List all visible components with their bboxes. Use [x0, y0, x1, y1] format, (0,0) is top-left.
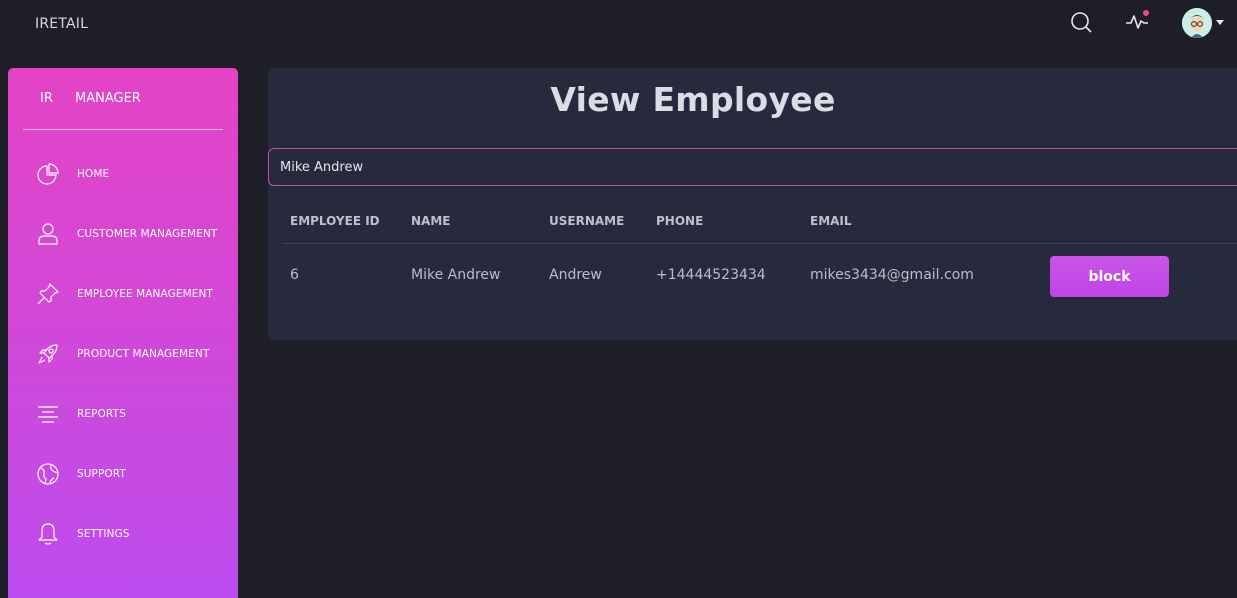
column-header-employee-id: EMPLOYEE ID: [290, 214, 380, 228]
page-title: View Employee: [550, 80, 836, 119]
sidebar-item-label: SETTINGS: [77, 528, 130, 540]
column-header-name: NAME: [411, 214, 451, 228]
globe-icon: [36, 462, 60, 486]
sidebar: IR MANAGER HOME CUSTOMER MANAGEMENT EMPL…: [8, 68, 238, 598]
column-header-email: EMAIL: [810, 214, 852, 228]
logo-full[interactable]: MANAGER: [75, 91, 141, 106]
cell-email: mikes3434@gmail.com: [810, 267, 974, 283]
sidebar-item-reports[interactable]: REPORTS: [8, 393, 238, 437]
cell-name: Mike Andrew: [411, 267, 501, 283]
search-icon[interactable]: [1069, 10, 1093, 34]
logo-mini[interactable]: IR: [40, 91, 53, 106]
sidebar-item-label: REPORTS: [77, 408, 126, 420]
sidebar-item-label: EMPLOYEE MANAGEMENT: [77, 288, 213, 300]
column-header-username: USERNAME: [549, 214, 625, 228]
sidebar-item-settings[interactable]: SETTINGS: [8, 513, 238, 557]
rocket-icon: [36, 342, 60, 366]
table-divider: [283, 243, 1237, 244]
avatar[interactable]: [1182, 8, 1212, 38]
pin-icon: [36, 282, 60, 306]
notification-dot: [1143, 10, 1149, 16]
bell-icon: [36, 522, 60, 546]
pie-chart-icon: [36, 162, 60, 186]
sidebar-item-label: SUPPORT: [77, 468, 126, 480]
block-button[interactable]: block: [1050, 256, 1169, 297]
caret-down-icon[interactable]: [1216, 20, 1224, 25]
sidebar-item-product-management[interactable]: PRODUCT MANAGEMENT: [8, 333, 238, 377]
cell-username: Andrew: [549, 267, 602, 283]
cell-phone: +14444523434: [656, 267, 766, 283]
brand-name[interactable]: IRETAIL: [35, 16, 88, 32]
sidebar-item-customer-management[interactable]: CUSTOMER MANAGEMENT: [8, 213, 238, 257]
sidebar-logo: IR MANAGER: [23, 68, 223, 130]
align-center-icon: [36, 402, 60, 426]
sidebar-item-support[interactable]: SUPPORT: [8, 453, 238, 497]
user-icon: [36, 222, 60, 246]
sidebar-item-label: PRODUCT MANAGEMENT: [77, 348, 210, 360]
pulse-icon[interactable]: [1125, 10, 1149, 34]
sidebar-item-label: CUSTOMER MANAGEMENT: [77, 228, 218, 240]
sidebar-item-home[interactable]: HOME: [8, 153, 238, 197]
cell-employee-id: 6: [290, 267, 299, 283]
sidebar-item-label: HOME: [77, 168, 110, 180]
search-input[interactable]: [268, 148, 1237, 186]
column-header-phone: PHONE: [656, 214, 704, 228]
top-navbar: IRETAIL: [0, 0, 1237, 50]
sidebar-item-employee-management[interactable]: EMPLOYEE MANAGEMENT: [8, 273, 238, 317]
